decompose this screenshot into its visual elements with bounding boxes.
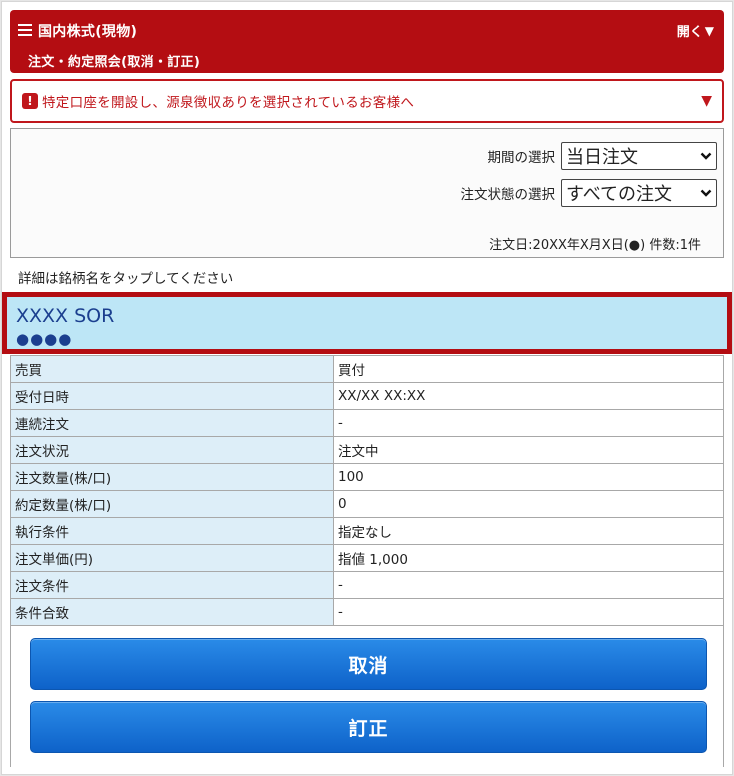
table-row: 条件合致 - bbox=[10, 598, 724, 626]
table-row: 注文数量(株/口) 100 bbox=[10, 463, 724, 491]
header-bar: 国内株式(現物) 注文・約定照会(取消・訂正) 開く ▼ bbox=[10, 10, 724, 73]
order-date-count: 注文日:20XX年X月X日(●) 件数:1件 bbox=[489, 238, 701, 253]
order-detail-table: 売買 買付 受付日時 XX/XX XX:XX 連続注文 - 注文状況 注文中 注文数量(株/口)… bbox=[10, 355, 724, 626]
row-key: 売買 bbox=[10, 355, 334, 383]
triangle-down-icon: ▼ bbox=[704, 23, 714, 38]
row-key: 注文数量(株/口) bbox=[10, 463, 334, 491]
tax-notice-banner[interactable]: ! 特定口座を開設し、源泉徴収ありを選択されているお客様へ ▼ bbox=[10, 79, 724, 123]
stock-name: XXXX SOR bbox=[16, 305, 115, 327]
menu-icon[interactable] bbox=[18, 24, 32, 36]
row-key: 連続注文 bbox=[10, 409, 334, 437]
page-subtitle: 注文・約定照会(取消・訂正) bbox=[28, 55, 201, 70]
expand-triangle-icon: ▼ bbox=[701, 93, 712, 109]
row-key: 注文単価(円) bbox=[10, 544, 334, 572]
row-key: 注文条件 bbox=[10, 571, 334, 599]
open-label: 開く bbox=[676, 25, 703, 40]
status-select-value: すべての注文 bbox=[566, 184, 673, 205]
row-value: 100 bbox=[333, 463, 724, 491]
status-row: 注文状態の選択 すべての注文 bbox=[460, 179, 717, 207]
row-key: 受付日時 bbox=[10, 382, 334, 410]
notice-text: 特定口座を開設し、源泉徴収ありを選択されているお客様へ bbox=[42, 95, 415, 111]
table-row: 約定数量(株/口) 0 bbox=[10, 490, 724, 518]
stock-code: ●●●● bbox=[16, 330, 73, 348]
row-value: 指定なし bbox=[333, 517, 724, 545]
cancel-button[interactable]: 取消 bbox=[30, 638, 707, 690]
table-row: 連続注文 - bbox=[10, 409, 724, 437]
stock-header[interactable]: XXXX SOR ●●●● bbox=[2, 292, 732, 354]
chevron-down-icon bbox=[700, 189, 712, 197]
alert-icon: ! bbox=[22, 93, 38, 109]
row-value: - bbox=[333, 598, 724, 626]
chevron-down-icon bbox=[700, 152, 712, 160]
row-value: 指値 1,000 bbox=[333, 544, 724, 572]
row-key: 注文状況 bbox=[10, 436, 334, 464]
table-row: 注文条件 - bbox=[10, 571, 724, 599]
table-row: 注文単価(円) 指値 1,000 bbox=[10, 544, 724, 572]
open-menu-button[interactable]: 開く ▼ bbox=[676, 21, 714, 41]
period-label: 期間の選択 bbox=[487, 150, 556, 166]
row-value: - bbox=[333, 409, 724, 437]
row-key: 執行条件 bbox=[10, 517, 334, 545]
modify-button[interactable]: 訂正 bbox=[30, 701, 707, 753]
table-row: 売買 買付 bbox=[10, 355, 724, 383]
row-value: XX/XX XX:XX bbox=[333, 382, 724, 410]
row-key: 条件合致 bbox=[10, 598, 334, 626]
status-label: 注文状態の選択 bbox=[460, 187, 556, 203]
filter-panel: 期間の選択 当日注文 注文状態の選択 すべての注文 注文日:20XX年X月X日(… bbox=[10, 128, 724, 258]
status-select[interactable]: すべての注文 bbox=[561, 179, 717, 207]
row-value: - bbox=[333, 571, 724, 599]
row-key: 約定数量(株/口) bbox=[10, 490, 334, 518]
page-title: 国内株式(現物) bbox=[38, 24, 138, 40]
period-row: 期間の選択 当日注文 bbox=[487, 142, 717, 170]
table-row: 受付日時 XX/XX XX:XX bbox=[10, 382, 724, 410]
table-row: 注文状況 注文中 bbox=[10, 436, 724, 464]
row-value: 買付 bbox=[333, 355, 724, 383]
period-select-value: 当日注文 bbox=[566, 147, 638, 168]
tap-hint: 詳細は銘柄名をタップしてください bbox=[18, 271, 234, 287]
row-value: 0 bbox=[333, 490, 724, 518]
row-value: 注文中 bbox=[333, 436, 724, 464]
period-select[interactable]: 当日注文 bbox=[561, 142, 717, 170]
table-row: 執行条件 指定なし bbox=[10, 517, 724, 545]
